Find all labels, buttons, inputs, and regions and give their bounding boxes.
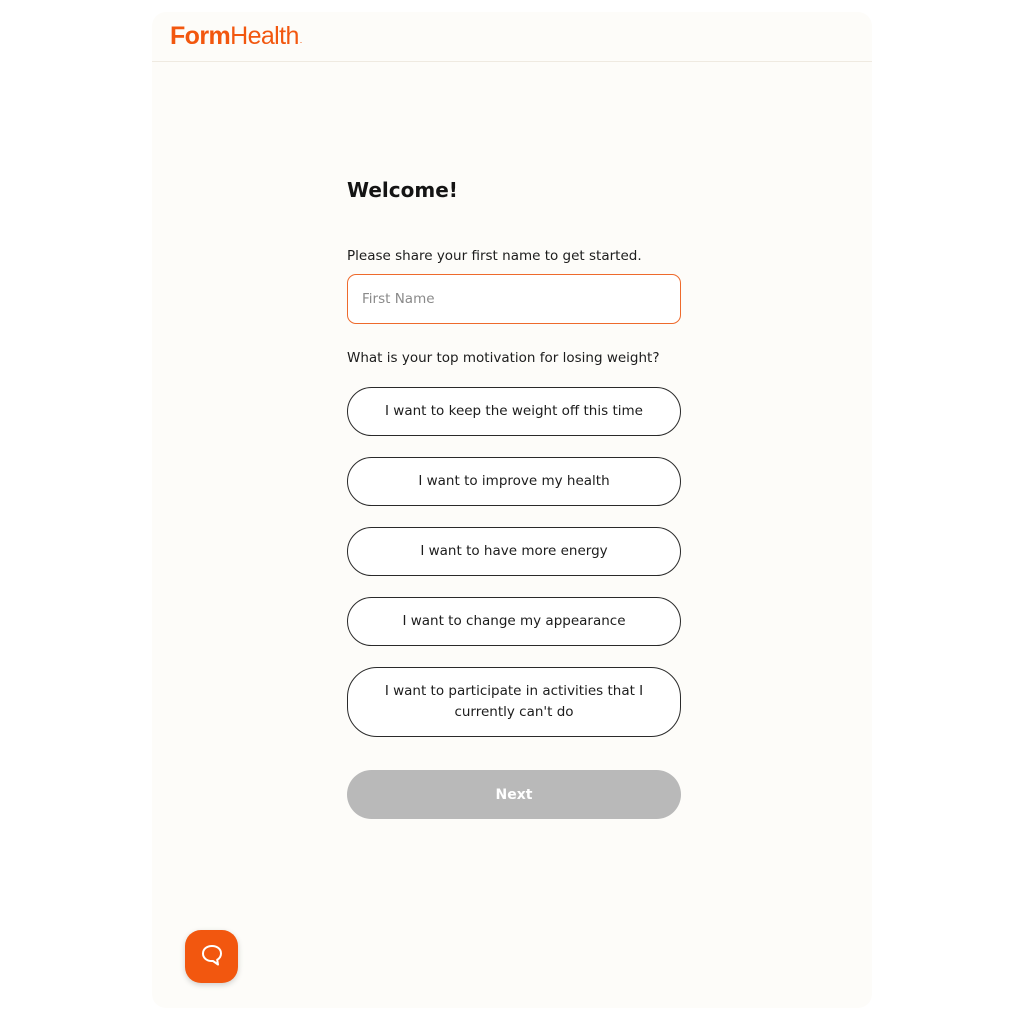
first-name-label: Please share your first name to get star… [347,248,642,264]
option-label: I want to keep the weight off this time [385,403,643,419]
signup-card: FormHealth. Welcome! Please share your f… [152,12,872,1008]
next-button[interactable]: Next [347,770,681,819]
option-more-energy[interactable]: I want to have more energy [347,527,681,576]
header: FormHealth. [152,12,872,62]
first-name-input[interactable] [347,274,681,324]
option-label: I want to participate in activities that… [384,683,644,720]
chat-bubble-icon [199,942,225,972]
next-button-label: Next [495,786,533,803]
page-title: Welcome! [347,178,458,202]
logo-health-text: Health [230,22,299,50]
option-participate-activities[interactable]: I want to participate in activities that… [347,667,681,737]
chat-button[interactable] [185,930,238,983]
logo-mark: . [299,35,302,45]
option-label: I want to change my appearance [402,613,626,629]
motivation-options: I want to keep the weight off this time … [347,387,681,758]
option-improve-health[interactable]: I want to improve my health [347,457,681,506]
motivation-question: What is your top motivation for losing w… [347,350,660,366]
formhealth-logo[interactable]: FormHealth. [170,22,302,51]
option-change-appearance[interactable]: I want to change my appearance [347,597,681,646]
option-label: I want to improve my health [418,473,610,489]
option-keep-weight-off[interactable]: I want to keep the weight off this time [347,387,681,436]
logo-form-text: Form [170,22,231,50]
option-label: I want to have more energy [420,543,608,559]
